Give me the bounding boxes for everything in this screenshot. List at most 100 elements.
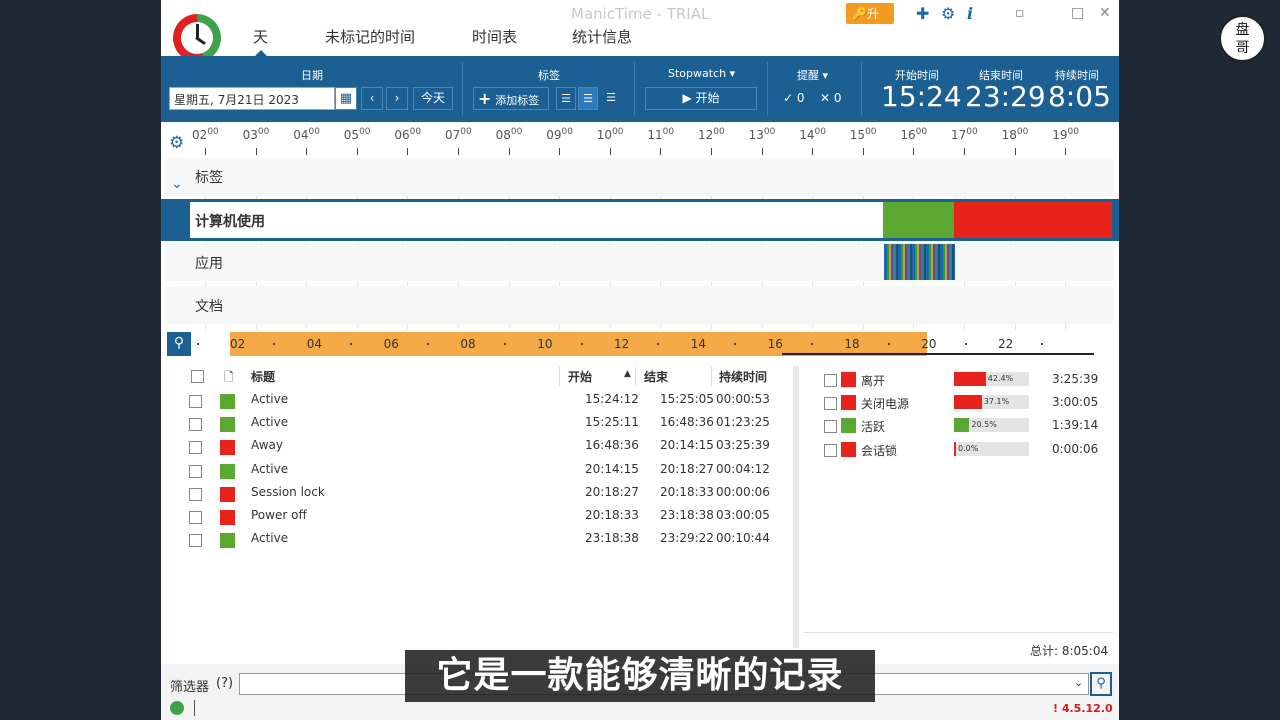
summary-row[interactable]: 会话锁 0.0% 0:00:06	[801, 440, 1113, 462]
apps-row[interactable]: 应用	[165, 243, 1113, 281]
summary-checkbox[interactable]	[824, 374, 837, 387]
document-icon: 🗋	[224, 370, 234, 384]
date-field[interactable]: 星期五, 7月21日 2023	[169, 87, 335, 110]
zoom-label-16: 16	[767, 337, 783, 351]
table-row[interactable]: Session lock 20:18:27 20:18:33 00:00:06	[161, 483, 791, 505]
timeline-settings-icon[interactable]: ⚙	[169, 133, 184, 153]
row-checkbox[interactable]	[189, 395, 202, 408]
today-button[interactable]: 今天	[413, 87, 453, 110]
summary-time: 1:39:14	[1052, 418, 1099, 433]
column-start[interactable]: 开始	[568, 368, 592, 385]
filter-dropdown-icon[interactable]: ⌄	[1074, 676, 1083, 689]
table-row[interactable]: Power off 20:18:33 23:18:38 03:00:05	[161, 506, 791, 528]
next-day-button[interactable]: ›	[386, 87, 408, 110]
row-checkbox[interactable]	[189, 511, 202, 524]
toolbar: 日期 星期五, 7月21日 2023 ▦ ‹ › 今天 标签 + 添加标签 ☰ …	[161, 56, 1119, 122]
row-title: Active	[251, 392, 289, 406]
duration: 8:05	[1048, 80, 1111, 113]
row-checkbox[interactable]	[189, 534, 202, 548]
reminder-done-count[interactable]: ✓ 0	[783, 91, 805, 105]
zoom-search-icon[interactable]: ⚲	[167, 332, 191, 356]
info-icon[interactable]: i	[967, 4, 973, 23]
row-checkbox[interactable]	[189, 441, 202, 455]
timeline-ruler[interactable]: ⚙ 0200 0300 0400 0500 0600 0700 0800 0900 1000 11…	[161, 122, 1119, 158]
computer-usage-row[interactable]: 计算机使用	[161, 199, 1119, 241]
tab-day[interactable]: 天	[253, 26, 268, 47]
tags-row[interactable]: ⌄ 标签	[165, 158, 1113, 196]
detail-view-icon[interactable]: ☰	[578, 87, 598, 110]
summary-row[interactable]: 关闭电源 37.1% 3:00:05	[801, 393, 1113, 415]
puzzle-icon[interactable]: ✚	[916, 4, 929, 23]
hour-label-17: 1700	[951, 127, 978, 142]
tags-label: 标签	[538, 69, 560, 82]
calendar-icon[interactable]: ▦	[335, 87, 357, 110]
row-start: 15:25:11	[585, 415, 639, 430]
column-title[interactable]: 标题	[251, 368, 275, 385]
restore-button[interactable]: ▫	[1015, 5, 1025, 21]
column-duration[interactable]: 持续时间	[719, 368, 767, 385]
column-end[interactable]: 结束	[644, 368, 668, 385]
table-row[interactable]: Away 16:48:36 20:14:15 03:25:39	[161, 436, 791, 458]
start-stopwatch-button[interactable]: ▶ 开始	[645, 87, 757, 110]
chevron-down-icon[interactable]: ⌄	[171, 176, 183, 192]
summary-time: 0:00:06	[1052, 441, 1099, 456]
close-button[interactable]: ✕	[1099, 5, 1111, 21]
status-color-swatch	[220, 440, 235, 456]
tab-timesheet[interactable]: 时间表	[472, 26, 517, 47]
hour-tick	[761, 148, 763, 155]
filter-search-icon[interactable]: ⚲	[1090, 672, 1112, 696]
prev-day-button[interactable]: ‹	[361, 87, 383, 110]
play-icon: ▶	[682, 91, 692, 105]
tab-statistics[interactable]: 统计信息	[572, 26, 632, 47]
version-label[interactable]: ! 4.5.12.0	[1053, 702, 1113, 715]
status-indicator-icon	[170, 701, 184, 715]
window-title: ManicTime - TRIAL	[571, 5, 710, 23]
hour-tick	[812, 148, 814, 155]
summary-checkbox[interactable]	[824, 420, 837, 434]
row-title: Active	[251, 461, 289, 476]
summary-row[interactable]: 活跃 20.5% 1:39:14	[801, 416, 1113, 438]
table-row[interactable]: Active 15:24:12 15:25:05 00:00:53	[161, 390, 791, 412]
summary-checkbox[interactable]	[824, 397, 837, 411]
gear-icon[interactable]: ⚙	[941, 4, 955, 23]
hour-label-06: 0600	[394, 127, 422, 142]
reminder-dismissed-count[interactable]: ✕ 0	[820, 91, 842, 105]
computer-usage-segments[interactable]	[190, 202, 1112, 238]
compact-view-icon[interactable]: ☰	[601, 87, 621, 110]
summary-row[interactable]: 离开 42.4% 3:25:39	[801, 370, 1113, 392]
row-checkbox[interactable]	[189, 418, 202, 432]
channel-watermark-seal: 盘 哥	[1219, 15, 1266, 62]
apps-row-label: 应用	[195, 256, 223, 272]
apps-activity-strip[interactable]	[884, 244, 955, 280]
row-checkbox[interactable]	[189, 464, 202, 478]
zoom-label-22: 22	[998, 337, 1014, 351]
computer-usage-segment[interactable]	[954, 202, 1112, 238]
select-all-checkbox[interactable]	[191, 370, 204, 383]
table-row[interactable]: Active 20:14:15 20:18:27 00:04:12	[161, 460, 791, 482]
reminder-dropdown[interactable]: 提醒 ▾	[797, 67, 828, 83]
summary-checkbox[interactable]	[824, 443, 837, 457]
maximize-button[interactable]: □	[1071, 5, 1084, 21]
status-color-swatch	[220, 394, 235, 409]
filter-help-link[interactable]: (?)	[216, 676, 233, 691]
panel-splitter[interactable]	[793, 366, 799, 648]
add-tag-button[interactable]: + 添加标签	[473, 87, 549, 110]
computer-usage-segment[interactable]	[883, 202, 955, 238]
zoom-label-08: 08	[460, 337, 476, 351]
row-title: Session lock	[251, 484, 325, 499]
table-row[interactable]: Active 15:25:11 16:48:36 01:23:25	[161, 413, 791, 435]
hour-tick	[862, 148, 864, 155]
day-zoom-bar[interactable]: ⚲ 02 04 06 08 10 12 14 16 18 20 22	[167, 332, 1113, 356]
table-row[interactable]: Active 23:18:38 23:29:22 00:10:44	[161, 529, 791, 551]
zoom-dot	[196, 343, 199, 345]
upgrade-button[interactable]: 🔑升级	[846, 3, 894, 38]
list-view-icon[interactable]: ☰	[556, 87, 576, 110]
stopwatch-dropdown[interactable]: Stopwatch ▾	[668, 67, 735, 80]
summary-color-swatch	[841, 418, 856, 434]
documents-row[interactable]: 文档	[165, 286, 1113, 324]
tab-untagged-time[interactable]: 未标记的时间	[325, 26, 415, 47]
row-checkbox[interactable]	[189, 487, 202, 501]
hour-label-11: 1100	[647, 127, 675, 142]
summary-time: 3:25:39	[1052, 372, 1099, 386]
summary-total: 总计: 8:05:04	[1030, 644, 1109, 658]
